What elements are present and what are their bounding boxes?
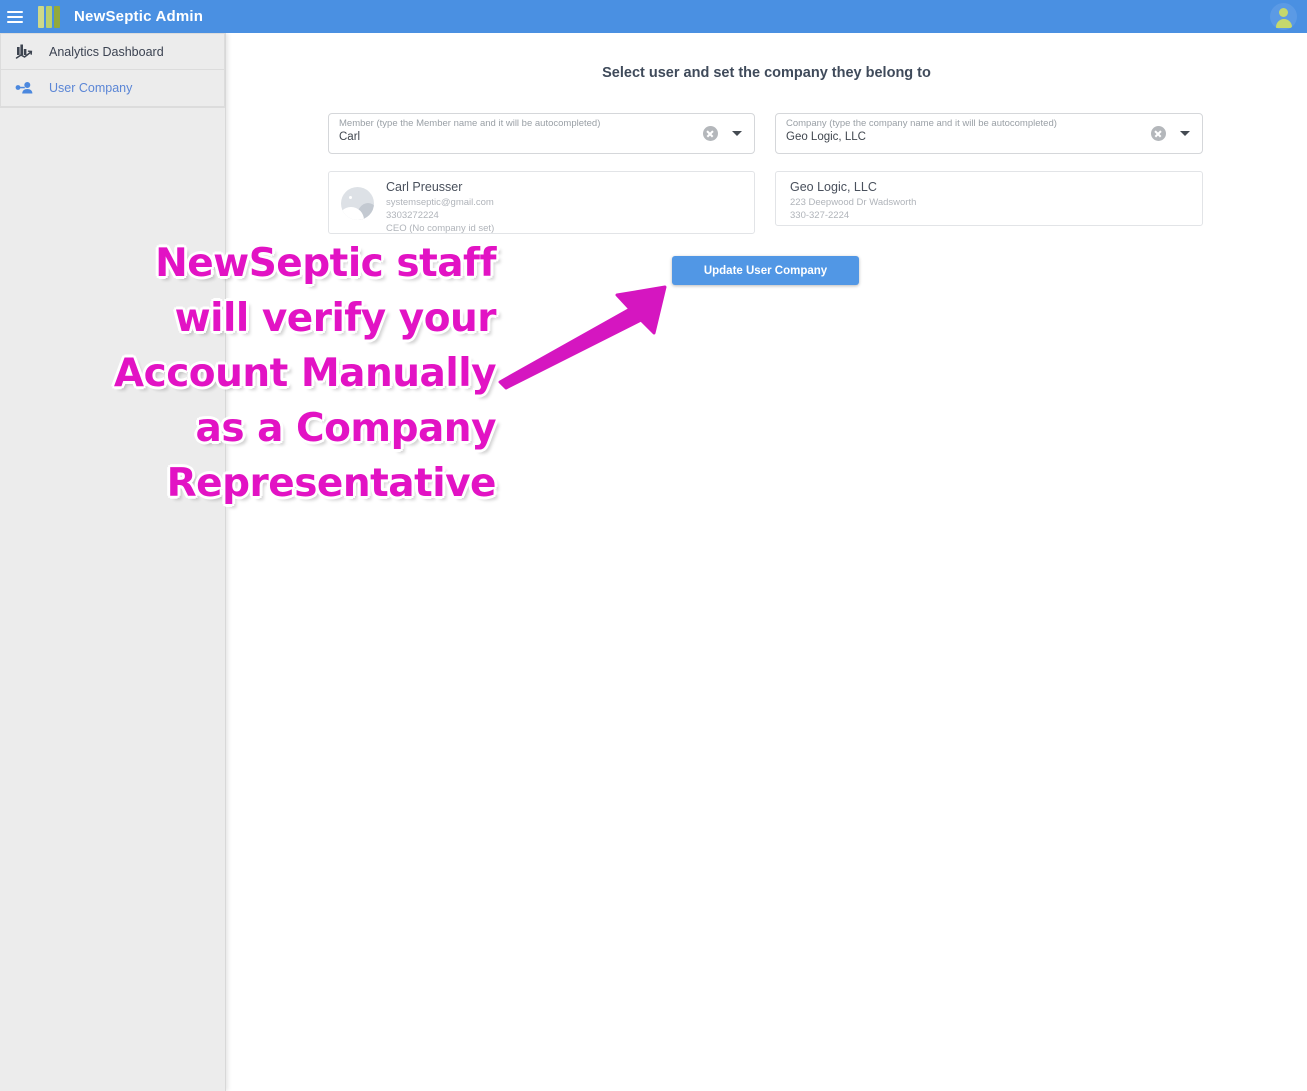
top-header-bar: NewSeptic Admin	[0, 0, 1307, 33]
avatar-body	[1275, 19, 1292, 28]
page-title: Select user and set the company they bel…	[602, 65, 931, 81]
member-field-label: Member (type the Member name and it will…	[339, 118, 601, 129]
user-name: Carl Preusser	[386, 180, 463, 194]
user-key-icon	[15, 80, 41, 96]
company-field-label: Company (type the company name and it wi…	[786, 118, 1057, 129]
avatar-head	[1279, 8, 1288, 17]
company-name: Geo Logic, LLC	[790, 180, 877, 194]
avatar-sun	[349, 196, 352, 199]
update-user-company-button[interactable]: Update User Company	[672, 256, 859, 285]
sidebar-item-user-company[interactable]: User Company	[0, 70, 225, 107]
clear-circle-icon[interactable]	[703, 126, 718, 141]
hamburger-menu-icon[interactable]	[0, 0, 28, 33]
logo-bar-2	[46, 5, 52, 28]
hamburger-line	[7, 10, 23, 13]
image-placeholder-icon	[341, 187, 374, 220]
company-phone: 330-327-2224	[790, 210, 850, 221]
user-result-card[interactable]: Carl Preusser systemseptic@gmail.com 330…	[328, 171, 755, 234]
sidebar-item-label: User Company	[49, 81, 133, 95]
logo-bar-1	[38, 5, 44, 28]
hamburger-line	[7, 20, 23, 23]
company-autocomplete-field[interactable]: Company (type the company name and it wi…	[775, 113, 1203, 154]
sidebar-nav-list: Analytics Dashboard User Company	[0, 33, 225, 108]
app-root: NewSeptic Admin Analytics Dashboard User…	[0, 0, 1307, 1091]
user-card-body: Carl Preusser systemseptic@gmail.com 330…	[386, 180, 494, 235]
chevron-down-icon[interactable]	[732, 131, 742, 136]
company-card-body: Geo Logic, LLC 223 Deepwood Dr Wadsworth…	[790, 180, 916, 222]
chevron-down-icon[interactable]	[1180, 131, 1190, 136]
hamburger-line	[7, 15, 23, 18]
sidebar-item-label: Analytics Dashboard	[49, 44, 164, 59]
clear-circle-icon[interactable]	[1151, 126, 1166, 141]
member-autocomplete-field[interactable]: Member (type the Member name and it will…	[328, 113, 755, 154]
member-input[interactable]: Carl	[339, 131, 360, 143]
user-phone: 3303272224	[386, 210, 439, 221]
sidebar-item-analytics-dashboard[interactable]: Analytics Dashboard	[0, 33, 225, 70]
app-title: NewSeptic Admin	[74, 8, 204, 25]
company-address: 223 Deepwood Dr Wadsworth	[790, 197, 917, 208]
main-content: Select user and set the company they bel…	[226, 33, 1307, 1091]
company-input[interactable]: Geo Logic, LLC	[786, 131, 866, 143]
user-avatar-icon[interactable]	[1270, 3, 1297, 30]
analytics-chart-icon	[15, 44, 41, 60]
user-email: systemseptic@gmail.com	[386, 197, 494, 208]
user-role: CEO (No company id set)	[386, 223, 495, 234]
company-result-card[interactable]: Geo Logic, LLC 223 Deepwood Dr Wadsworth…	[775, 171, 1203, 226]
newseptic-bars-logo	[38, 0, 60, 33]
sidebar: Analytics Dashboard User Company	[0, 33, 226, 1091]
logo-bar-3	[54, 5, 60, 28]
